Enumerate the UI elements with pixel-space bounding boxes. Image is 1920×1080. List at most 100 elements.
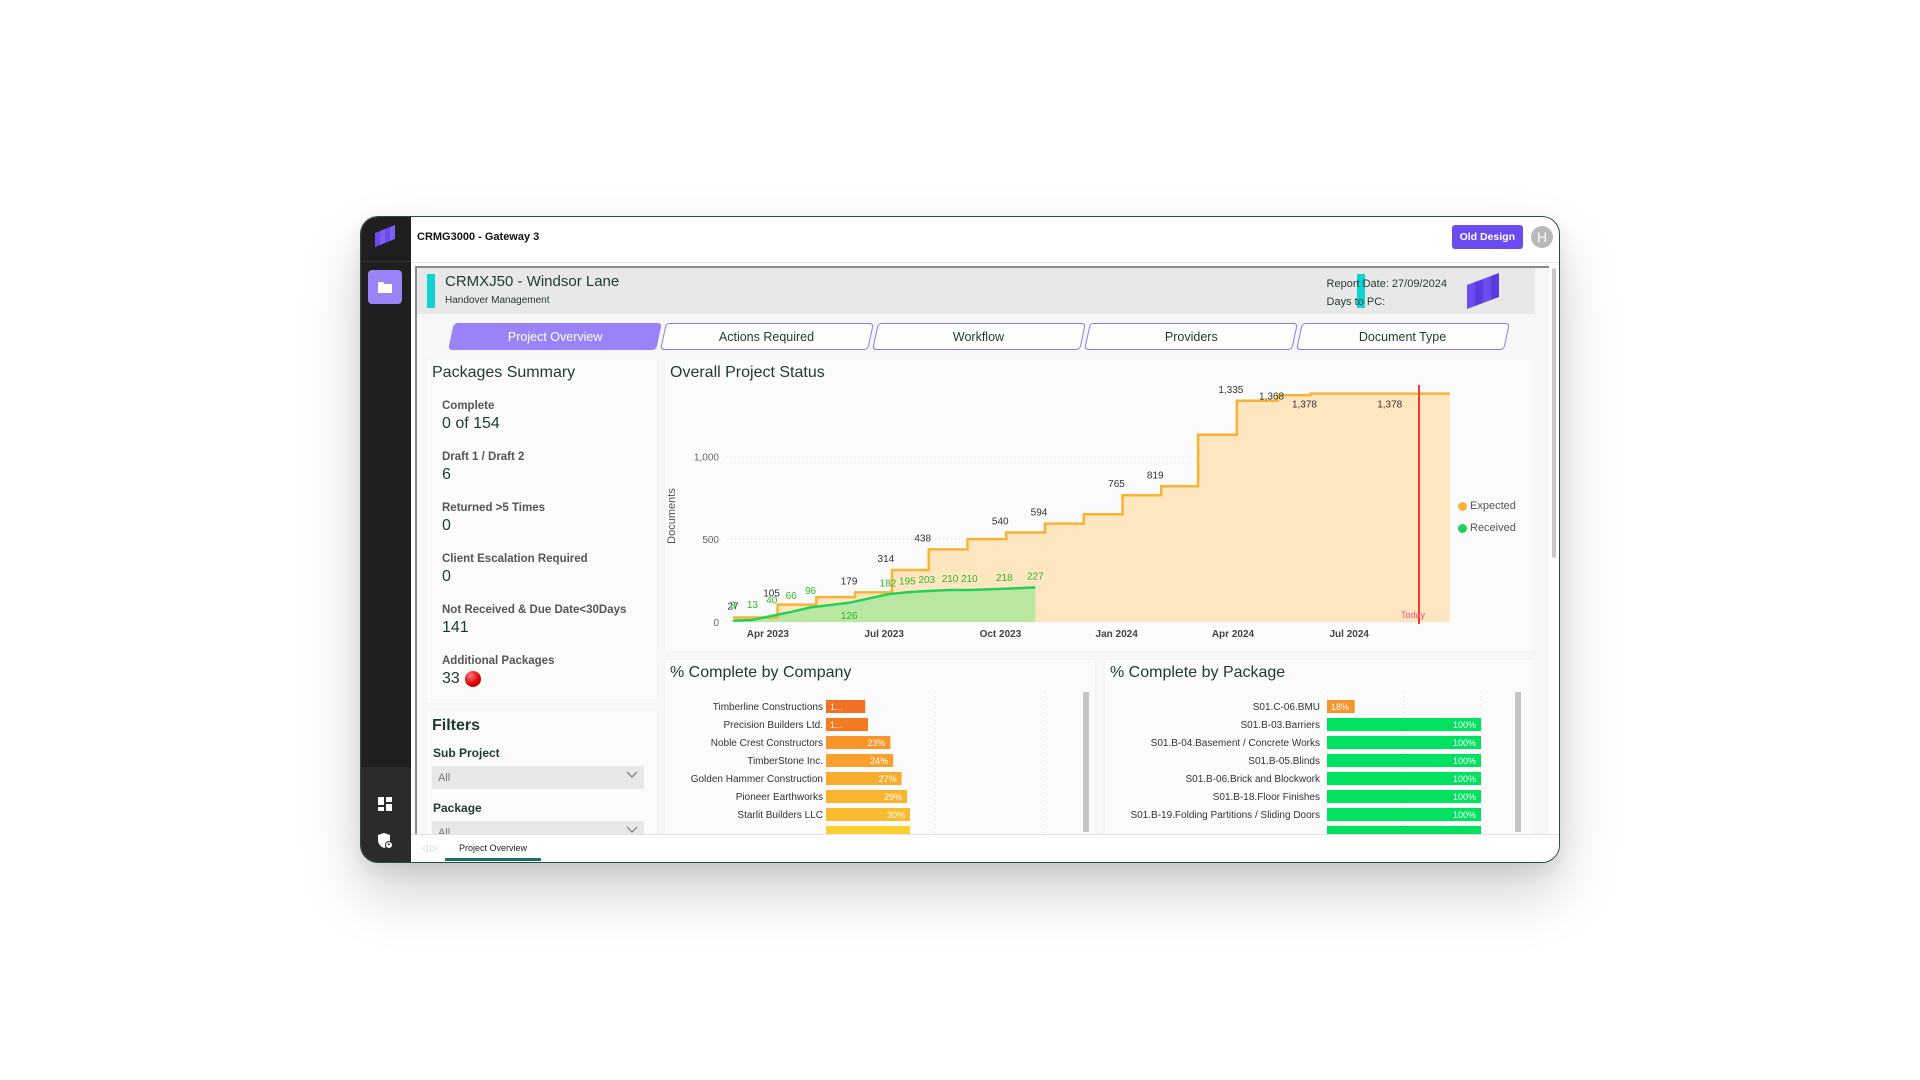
kpi-value: 0 [442,517,545,535]
legend-expected[interactable]: Expected [1458,500,1516,512]
received-data-label: 203 [918,575,935,586]
filters-title: Filters [432,717,481,734]
expected-data-label: 819 [1147,470,1164,481]
page-scrollbar[interactable] [1549,266,1559,836]
sidebar [361,217,411,862]
report-canvas: CRMXJ50 - Windsor Lane Handover Manageme… [415,266,1549,861]
project-subtitle: Handover Management [445,295,550,306]
expected-data-label: 438 [914,533,931,544]
bar-category-label: S01.B-06.Brick and Blockwork [1185,774,1321,785]
tab-workflow[interactable]: Workflow [872,323,1086,350]
expected-data-label: 1,378 [1377,400,1402,411]
kpi-value: 141 [442,619,626,637]
received-data-label: 227 [1027,571,1044,582]
expected-data-label: 314 [878,554,895,565]
tab-label: Document Type [1359,329,1447,344]
received-data-label: 126 [841,611,858,622]
sub-project-label: Sub Project [433,746,500,760]
bar-category-label: Pioneer Earthworks [736,792,823,803]
bar-category-label: Noble Crest Constructors [711,738,823,749]
sidebar-item-dashboard[interactable] [368,787,402,821]
legend-label: Expected [1470,500,1516,512]
kpi-label: Returned >5 Times [442,502,546,514]
kpi-label: Complete [442,400,495,412]
bar-partial [1327,826,1481,834]
expected-data-label: 1,335 [1218,385,1243,396]
page-scrollbar-thumb[interactable] [1552,268,1556,558]
kpi-value-text: 6 [442,466,451,483]
received-data-label: 9 [730,601,736,612]
kpi-label: Client Escalation Required [442,553,588,565]
packages-summary-card: Packages Summary Complete 0 of 154 Draft… [427,360,657,703]
page-nav-arrows[interactable]: ◁ ▷ [421,843,437,854]
tab-actions-required[interactable]: Actions Required [660,323,874,350]
tab-providers[interactable]: Providers [1084,323,1298,350]
received-data-label: 96 [805,586,817,597]
bar-category-label: S01.B-19.Folding Partitions / Sliding Do… [1130,810,1320,821]
shield-user-icon [378,833,393,849]
x-tick-label: Apr 2023 [747,629,790,640]
tab-project-overview[interactable]: Project Overview [448,323,662,350]
report-date: Report Date: 27/09/2024 [1326,278,1447,290]
dashboard-icon [378,797,392,811]
app-logo-icon[interactable] [373,225,397,249]
bar-category-label: Precision Builders Ltd. [724,720,824,731]
user-avatar[interactable]: H [1531,226,1553,248]
package-label: Package [433,801,482,815]
kpi-client-escalation: Client Escalation Required 0 [442,553,588,586]
x-tick-label: Jul 2024 [1329,629,1369,640]
legend-received[interactable]: Received [1458,522,1516,534]
kpi-draft: Draft 1 / Draft 2 6 [442,451,524,484]
expected-data-label: 540 [992,517,1009,528]
bar-value-label: 100% [1453,720,1476,730]
packages-summary-title: Packages Summary [432,364,576,381]
bar-value-label: 100% [1453,756,1476,766]
bar-value-label: 1... [830,702,843,712]
bar-value-label: 24% [870,756,888,766]
bar-category-label: S01.C-06.BMU [1253,702,1320,713]
x-tick-label: Jan 2024 [1096,629,1139,640]
package-chart-scrollbar[interactable] [1515,692,1521,832]
project-header: CRMXJ50 - Windsor Lane Handover Manageme… [417,268,1535,314]
expected-data-label: 765 [1108,479,1125,490]
received-data-label: 66 [786,591,798,602]
kpi-value-text: 0 [442,517,451,534]
received-data-label: 13 [747,600,759,611]
bar-value-label: 100% [1453,774,1476,784]
expected-dot-icon [1458,501,1467,511]
received-data-label: 218 [996,573,1013,584]
bar-category-label: Golden Hammer Construction [691,774,823,785]
sidebar-item-folder[interactable] [368,270,402,304]
x-tick-label: Apr 2024 [1212,629,1255,640]
old-design-button[interactable]: Old Design [1451,225,1523,249]
report-info: Report Date: 27/09/2024 Days to PC: [1327,275,1447,311]
expected-data-label: 1,378 [1292,400,1317,411]
kpi-label: Draft 1 / Draft 2 [442,451,525,463]
days-to-pc: Days to PC: [1326,296,1386,308]
tab-label: Workflow [953,329,1005,344]
bar-value-label: 30% [887,810,905,820]
page-tabs-bar: ◁ ▷ Project Overview [411,834,1559,862]
legend-label: Received [1470,522,1516,534]
received-data-label: 40 [766,595,778,606]
kpi-complete: Complete 0 of 154 [442,400,500,433]
kpi-not-received: Not Received & Due Date<30Days 141 [442,604,626,637]
bar-category-label: S01.B-18.Floor Finishes [1213,792,1320,803]
sub-project-select[interactable]: All [432,766,644,789]
app-title: CRMG3000 - Gateway 3 [417,231,540,243]
company-complete-card: % Complete by Company Timberline Constru… [665,660,1095,836]
received-dot-icon [1458,523,1467,533]
kpi-value: 0 [442,568,588,586]
package-complete-chart: S01.C-06.BMU 18% S01.B-03.Barriers 100% S01.… [1130,692,1482,836]
page-tab-project-overview[interactable]: Project Overview [445,835,541,861]
company-chart-scrollbar[interactable] [1083,692,1089,832]
kpi-additional-packages: Additional Packages 33 [442,655,554,688]
received-data-label: 210 [942,574,959,585]
kpi-value: 33 [442,670,554,688]
received-data-label: 182 [880,578,897,589]
received-data-label: 195 [899,576,916,587]
bar-category-label: Starlit Builders LLC [737,810,823,821]
kpi-label: Additional Packages [442,655,555,667]
tab-document-type[interactable]: Document Type [1296,323,1510,350]
sidebar-item-security[interactable] [368,824,402,858]
